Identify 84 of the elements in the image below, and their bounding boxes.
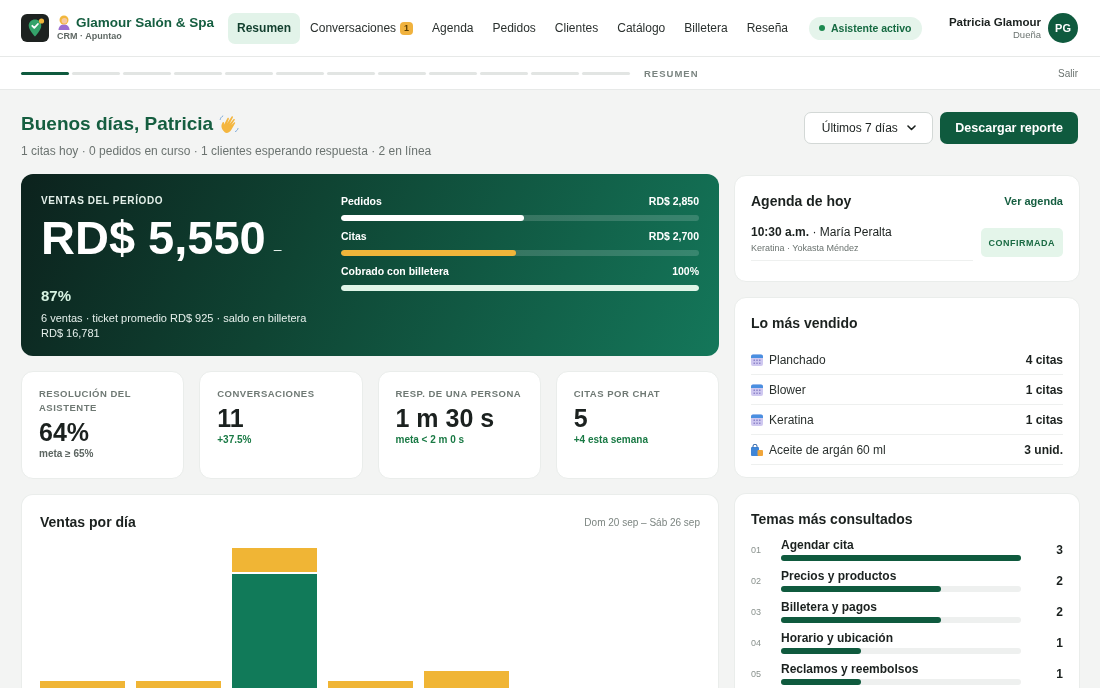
step-label: RESUMEN: [644, 67, 699, 79]
breakdown-label: Cobrado con billetera: [341, 265, 449, 277]
kpi-value: 5: [573, 403, 588, 433]
view-agenda-link[interactable]: Ver agenda: [1004, 195, 1063, 207]
topic-label: Horario y ubicación: [781, 631, 894, 646]
kpi-note: meta ≥ 65%: [39, 447, 94, 460]
change-indicator: –: [273, 241, 282, 257]
breakdown-value: RD$ 2,850: [648, 195, 699, 207]
kpi-value: 1 m 30 s: [395, 403, 495, 433]
nav-tab[interactable]: Agenda: [423, 12, 483, 44]
waving-hand-icon: [219, 114, 240, 134]
period-select[interactable]: Últimos 7 días: [804, 112, 934, 144]
item-name: Planchado: [769, 352, 826, 367]
date-range: Dom 20 sep – Sáb 26 sep: [584, 516, 700, 528]
appointment-details: Keratina · Yokasta Méndez: [751, 242, 859, 254]
item-name: Blower: [769, 382, 806, 397]
breakdown-label: Citas: [341, 230, 367, 242]
nav-tab[interactable]: Reseña: [737, 12, 797, 44]
kpi-label: RESP. DE UNA PERSONA: [395, 387, 522, 401]
greeting-subtitle: 1 citas hoy · 0 pedidos en curso · 1 clientes esperando respuesta · 2 en línea: [21, 143, 432, 159]
pin-logo-icon: [21, 14, 49, 42]
topic-label: Precios y productos: [781, 569, 897, 584]
kpi-label: RESOLUCIÓN DEL ASISTENTE: [39, 387, 132, 415]
topic-rank: 05: [751, 668, 762, 679]
kpi-value: 11: [217, 403, 244, 433]
topic-count: 2: [1056, 573, 1063, 588]
sales-details: 6 ventas · ticket promedio RD$ 925 · saldo en billetera RD$ 16,781: [41, 311, 308, 341]
greeting-title: Buenos días, Patricia: [21, 112, 214, 136]
status-label: Asistente activo: [831, 22, 912, 34]
appointment-summary: 10:30 a.m. · María Peralta: [751, 224, 892, 240]
item-name: Keratina: [769, 412, 814, 427]
topic-count: 3: [1056, 542, 1063, 557]
kpi-label: CONVERSACIONES: [217, 387, 315, 401]
topic-count: 1: [1056, 635, 1063, 650]
calendar-icon: [751, 413, 763, 426]
kpi-note: +4 esta semana: [573, 433, 648, 446]
nav-tab[interactable]: Billetera: [675, 12, 737, 44]
item-count: 1 citas: [1025, 382, 1063, 397]
item-name: Aceite de argán 60 ml: [769, 442, 886, 457]
brand-name: Glamour Salón & Spa: [76, 14, 215, 31]
kpi-note: +37.5%: [217, 433, 252, 446]
breakdown-value: 100%: [672, 265, 699, 277]
item-count: 1 citas: [1025, 412, 1063, 427]
breakdown-value: RD$ 2,700: [648, 230, 699, 242]
topic-rank: 02: [751, 575, 762, 586]
topic-rank: 04: [751, 637, 762, 648]
card-title: Lo más vendido: [751, 314, 858, 333]
sales-label: VENTAS DEL PERÍODO: [41, 194, 164, 207]
user-role: Dueña: [1013, 29, 1041, 41]
nav-tab[interactable]: Conversaciones 1: [301, 12, 423, 44]
sales-amount: RD$ 5,550: [41, 213, 266, 263]
kpi-note: meta < 2 m 0 s: [395, 433, 465, 446]
nav-tab[interactable]: Catálogo: [608, 12, 675, 44]
percent-value: 87%: [41, 287, 72, 305]
card-title: Ventas por día: [40, 513, 136, 532]
chevron-down-icon: [906, 125, 916, 131]
topic-count: 2: [1056, 604, 1063, 619]
count-badge: 1: [400, 21, 414, 35]
kpi-label: CITAS POR CHAT: [573, 387, 661, 401]
topic-rank: 03: [751, 606, 762, 617]
item-count: 4 citas: [1025, 352, 1063, 367]
user-avatar[interactable]: PG: [1048, 13, 1078, 43]
card-title: Agenda de hoy: [751, 192, 852, 211]
brand-subtitle: CRM · Apuntao: [57, 31, 122, 42]
nav-tab[interactable]: Resumen: [228, 12, 301, 44]
person-icon: [57, 15, 71, 30]
exit-link[interactable]: Salir: [1058, 67, 1078, 79]
nav-tab[interactable]: Pedidos: [483, 12, 545, 44]
nav-tab[interactable]: Clientes: [545, 12, 608, 44]
card-title: Temas más consultados: [751, 510, 913, 529]
topic-label: Agendar cita: [781, 538, 854, 553]
shopping-bag-icon: [751, 443, 763, 456]
topic-count: 1: [1056, 666, 1063, 681]
calendar-icon: [751, 383, 763, 396]
topic-rank: 01: [751, 544, 762, 555]
appointment-status: CONFIRMADA: [980, 228, 1063, 257]
breakdown-label: Pedidos: [341, 195, 382, 207]
item-count: 3 unid.: [1024, 442, 1063, 457]
topic-label: Reclamos y reembolsos: [781, 662, 919, 677]
calendar-icon: [751, 353, 763, 366]
download-report-button[interactable]: Descargar reporte: [940, 112, 1078, 144]
user-name: Patricia Glamour: [948, 15, 1041, 29]
topic-label: Billetera y pagos: [781, 600, 878, 615]
kpi-value: 64%: [39, 417, 90, 447]
